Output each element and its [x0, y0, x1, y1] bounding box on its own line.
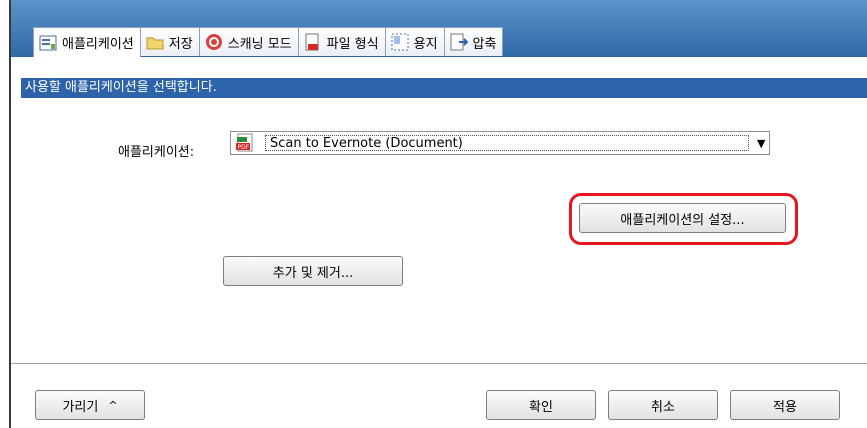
application-tab-icon [38, 34, 58, 52]
tab-compression[interactable]: 압축 [443, 27, 504, 56]
ok-button[interactable]: 확인 [486, 390, 596, 420]
dialog-footer: 가리기 ^ 확인 취소 적용 [11, 364, 867, 428]
cancel-button[interactable]: 취소 [608, 390, 718, 420]
application-label: 애플리케이션: [118, 145, 195, 160]
tab-scan-mode-label: 스캐닝 모드 [227, 36, 292, 52]
application-settings-button[interactable]: 애플리케이션의 설정... [579, 203, 786, 233]
dropdown-arrow-icon[interactable]: ▼ [757, 137, 765, 150]
folder-icon [145, 33, 165, 51]
tab-compression-label: 압축 [472, 36, 497, 52]
scan-settings-window: 애플리케이션 저장 스캐닝 모드 파일 형식 용지 압축 사용할 애플리케이션을… [9, 0, 867, 428]
hide-button[interactable]: 가리기 ^ [35, 390, 145, 420]
hide-button-label: 가리기 [62, 399, 99, 415]
tab-save[interactable]: 저장 [139, 27, 200, 56]
svg-text:PDF: PDF [238, 144, 250, 151]
tab-strip: 애플리케이션 저장 스캐닝 모드 파일 형식 용지 압축 [33, 27, 504, 57]
tab-application-label: 애플리케이션 [62, 37, 134, 52]
tab-save-label: 저장 [168, 36, 193, 52]
application-dropdown-value: Scan to Evernote (Document) [265, 135, 749, 151]
file-format-icon [303, 33, 323, 51]
application-panel: 사용할 애플리케이션을 선택합니다. 애플리케이션: PDF Scan to E… [11, 57, 867, 364]
tab-scan-mode[interactable]: 스캐닝 모드 [198, 27, 299, 56]
tab-file-format[interactable]: 파일 형식 [297, 27, 386, 56]
chevron-up-icon: ^ [108, 398, 118, 412]
tab-application[interactable]: 애플리케이션 [33, 27, 141, 57]
scan-mode-icon [204, 33, 224, 51]
application-dropdown[interactable]: PDF Scan to Evernote (Document) ▼ [230, 131, 770, 155]
instruction-bar: 사용할 애플리케이션을 선택합니다. [21, 78, 867, 98]
apply-button[interactable]: 적용 [730, 390, 840, 420]
paper-icon [390, 33, 410, 51]
window-header: 애플리케이션 저장 스캐닝 모드 파일 형식 용지 압축 [11, 0, 867, 57]
tab-paper[interactable]: 용지 [384, 27, 445, 56]
add-remove-button[interactable]: 추가 및 제거... [223, 256, 403, 286]
tab-file-format-label: 파일 형식 [326, 36, 379, 52]
pdf-icon: PDF [235, 133, 257, 153]
compression-icon [449, 33, 469, 51]
tab-paper-label: 용지 [413, 36, 438, 52]
